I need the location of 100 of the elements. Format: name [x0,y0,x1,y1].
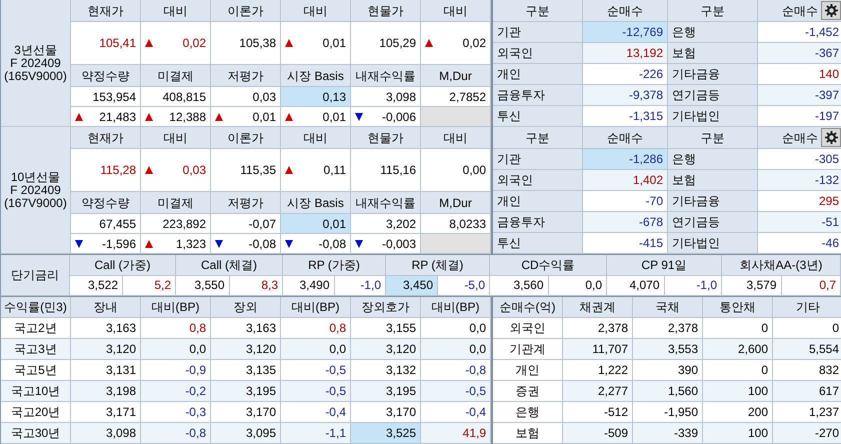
table-cell: 1,402 [583,170,668,191]
table-cell: 0,0 [141,339,211,360]
table-cell: -9,378 [583,85,668,106]
table-cell: 3,522 [70,276,123,296]
table-cell: 0,03 [211,87,281,107]
column-header: 약정수량 [71,192,141,214]
row-label: 금융투자 [493,212,583,233]
column-header: 대비 [421,0,491,22]
table-cell: 3,560 [490,276,548,296]
table-cell: 200 [703,402,773,423]
table-cell: 67,455 [71,214,141,234]
column-header: 현재가 [71,127,141,149]
column-header: 구분 [668,127,758,149]
table-cell: 100 [703,381,773,402]
table-cell: -0,8 [141,423,211,444]
row-label: 개인 [493,191,583,212]
table-cell: 617 [773,381,841,402]
settings-button[interactable] [821,128,841,147]
table-cell: -1,1 [281,423,351,444]
table-cell: 8,3 [230,276,283,296]
table-cell: 115,28 [71,149,141,192]
table-cell: -0,5 [421,381,491,402]
column-header: 순매수 [583,0,668,22]
column-header: 현물가 [351,127,421,149]
cell-value: -1,596 [102,236,136,252]
table-cell: 2,378 [563,318,633,339]
table-cell: -5,0 [438,276,490,296]
table-cell: 3,553 [633,339,703,360]
column-header: 구분 [668,0,758,22]
table-cell: -678 [583,212,668,233]
table-cell: 3,163 [71,318,141,339]
table-cell: 0,0 [421,339,491,360]
table-cell: 0,7 [782,276,841,296]
column-header: 장외 [211,297,281,318]
table-cell: 2,378 [633,318,703,339]
row-label: 국고3년 [1,339,71,360]
table-cell: 2,7852 [421,87,491,107]
column-header: 대비 [141,127,211,149]
column-header: 통안채 [703,297,773,318]
table-cell: 390 [633,360,703,381]
table-cell: 2,277 [563,381,633,402]
table-cell: -0,4 [421,402,491,423]
table-cell: 3,098 [71,423,141,444]
column-header: 순매수 [782,2,818,20]
column-header: CP 91일 [607,255,722,276]
column-header: 순매수 [782,130,818,146]
table-cell: 0 [703,360,773,381]
table-cell: 1,560 [633,381,703,402]
table-cell: 0,01 [281,214,351,234]
column-header: M,Dur [421,65,491,87]
row-label: 외국인 [493,170,583,191]
cell-value: 0,01 [322,35,346,52]
table-cell: 0,0 [421,318,491,339]
table-cell: -1,0 [334,276,386,296]
table-cell: 3,163 [211,318,281,339]
table-cell: 3,132 [351,360,421,381]
table-cell: 105,38 [211,22,281,65]
table-cell: 153,954 [71,87,141,107]
row-label: 국고5년 [1,360,71,381]
column-header: 기타 [773,297,841,318]
table-cell: 3,202 [351,214,421,234]
table-cell: 3,171 [71,402,141,423]
column-header: CD수익률 [490,255,607,276]
column-header: 채권계 [563,297,633,318]
column-header: 내재수익률 [351,65,421,87]
table-cell: 3,170 [211,402,281,423]
table-cell: 3,490 [283,276,334,296]
table-cell: 5,2 [123,276,176,296]
table-cell: -0,5 [281,381,351,402]
table-cell: 0,8 [141,318,211,339]
table-cell: 0,0 [281,339,351,360]
table-cell: 13,192 [583,43,668,64]
row-label: 금융투자 [493,85,583,106]
row-label: 단기금리 [1,255,70,296]
table-cell: 3,131 [71,360,141,381]
column-header: RP (체결) [386,255,490,276]
column-header: 회사채AA-(3년) [722,255,841,276]
settings-button[interactable] [821,1,841,20]
table-cell: 8,0233 [421,214,491,234]
table-cell: -0,9 [141,360,211,381]
table-cell: -1,315 [583,106,668,127]
table-cell: 0,00 [421,149,491,192]
row-label: 기타금융 [668,191,758,212]
table-cell: 3,195 [211,381,281,402]
table-cell: -132 [758,170,841,191]
column-header: 미결제 [141,65,211,87]
column-header: 저평가 [211,192,281,214]
row-label: 은행 [668,22,758,43]
table-cell: -0,07 [211,214,281,234]
column-header: 대비(BP) [421,297,491,318]
column-header: 구분 [493,0,583,22]
row-label: 투신 [493,233,583,254]
table-cell: 115,35 [211,149,281,192]
row-label: 은행 [668,149,758,170]
table-cell: 3,579 [722,276,782,296]
column-header: 시장 Basis [281,192,351,214]
cell-value: 0,02 [182,35,206,52]
column-header: Call (가중) [70,255,176,276]
table-cell: 5,554 [773,339,841,360]
column-header: 대비 [281,0,351,22]
